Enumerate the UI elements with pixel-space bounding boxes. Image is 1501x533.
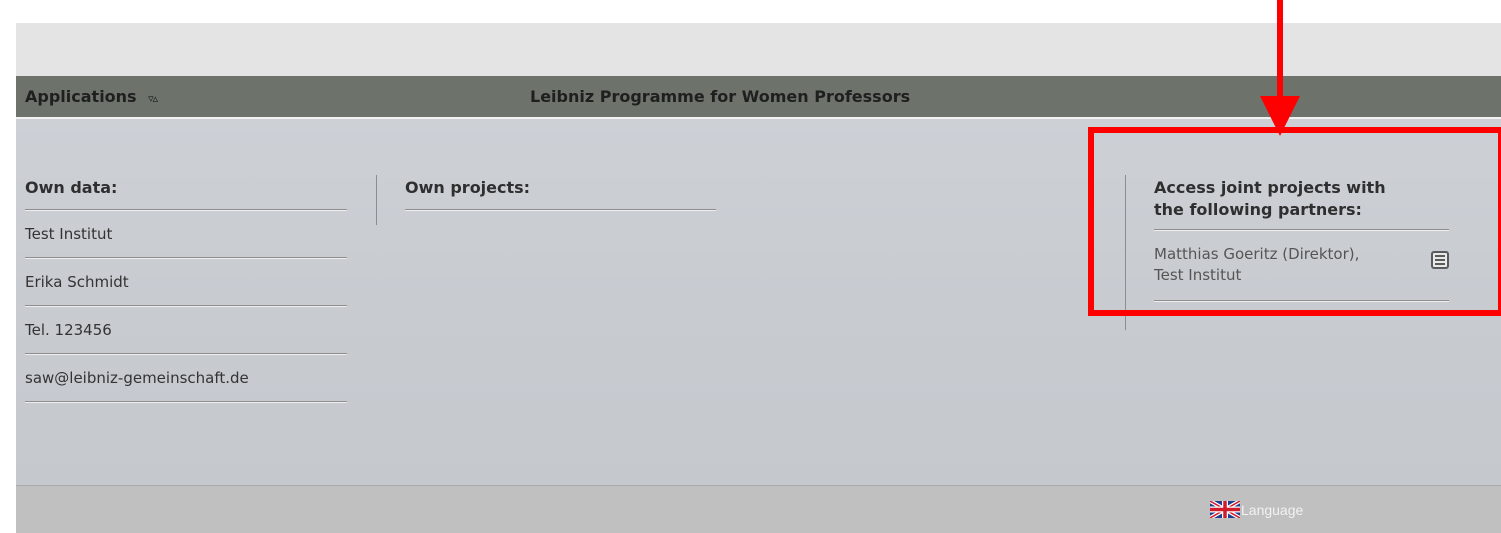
annotation-arrow-shaft [1277,0,1283,101]
own-projects-heading: Own projects: [405,177,716,210]
applications-menu[interactable]: Applications ▿▵ [25,87,158,106]
own-data-institute: Test Institut [25,210,347,258]
own-data-heading: Own data: [25,177,347,210]
own-data-email: saw@leibniz-gemeinschaft.de [25,354,347,402]
language-switch[interactable]: Language [1210,501,1303,518]
own-data-name: Erika Schmidt [25,258,347,306]
column-divider [376,175,377,225]
sort-toggle-icon[interactable]: ▿▵ [148,92,158,105]
annotation-highlight-box [1088,127,1501,316]
footer: Language [16,485,1501,533]
language-label[interactable]: Language [1241,502,1303,518]
own-projects-column: Own projects: [405,177,716,210]
uk-flag-icon [1210,501,1240,518]
applications-label: Applications [25,87,137,106]
own-data-phone: Tel. 123456 [25,306,347,354]
own-data-column: Own data: Test Institut Erika Schmidt Te… [25,177,347,402]
page-title: Leibniz Programme for Women Professors [530,87,911,106]
